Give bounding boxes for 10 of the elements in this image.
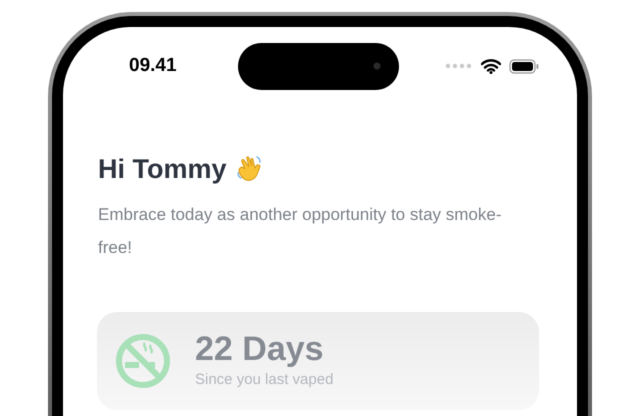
streak-value: 22 Days <box>195 329 325 370</box>
camera-icon <box>372 62 380 70</box>
signal-icon <box>445 63 473 69</box>
greeting-subtitle: Embrace today as another opportunity to stay smoke-free! <box>97 204 502 258</box>
wifi-icon <box>481 58 501 74</box>
greeting-title: Hi Tommy <box>98 153 227 186</box>
no-smoking-icon <box>115 332 171 388</box>
status-time: 09.41 <box>129 54 178 78</box>
battery-icon <box>509 58 539 74</box>
streak-caption: Since you last vaped <box>195 370 334 390</box>
